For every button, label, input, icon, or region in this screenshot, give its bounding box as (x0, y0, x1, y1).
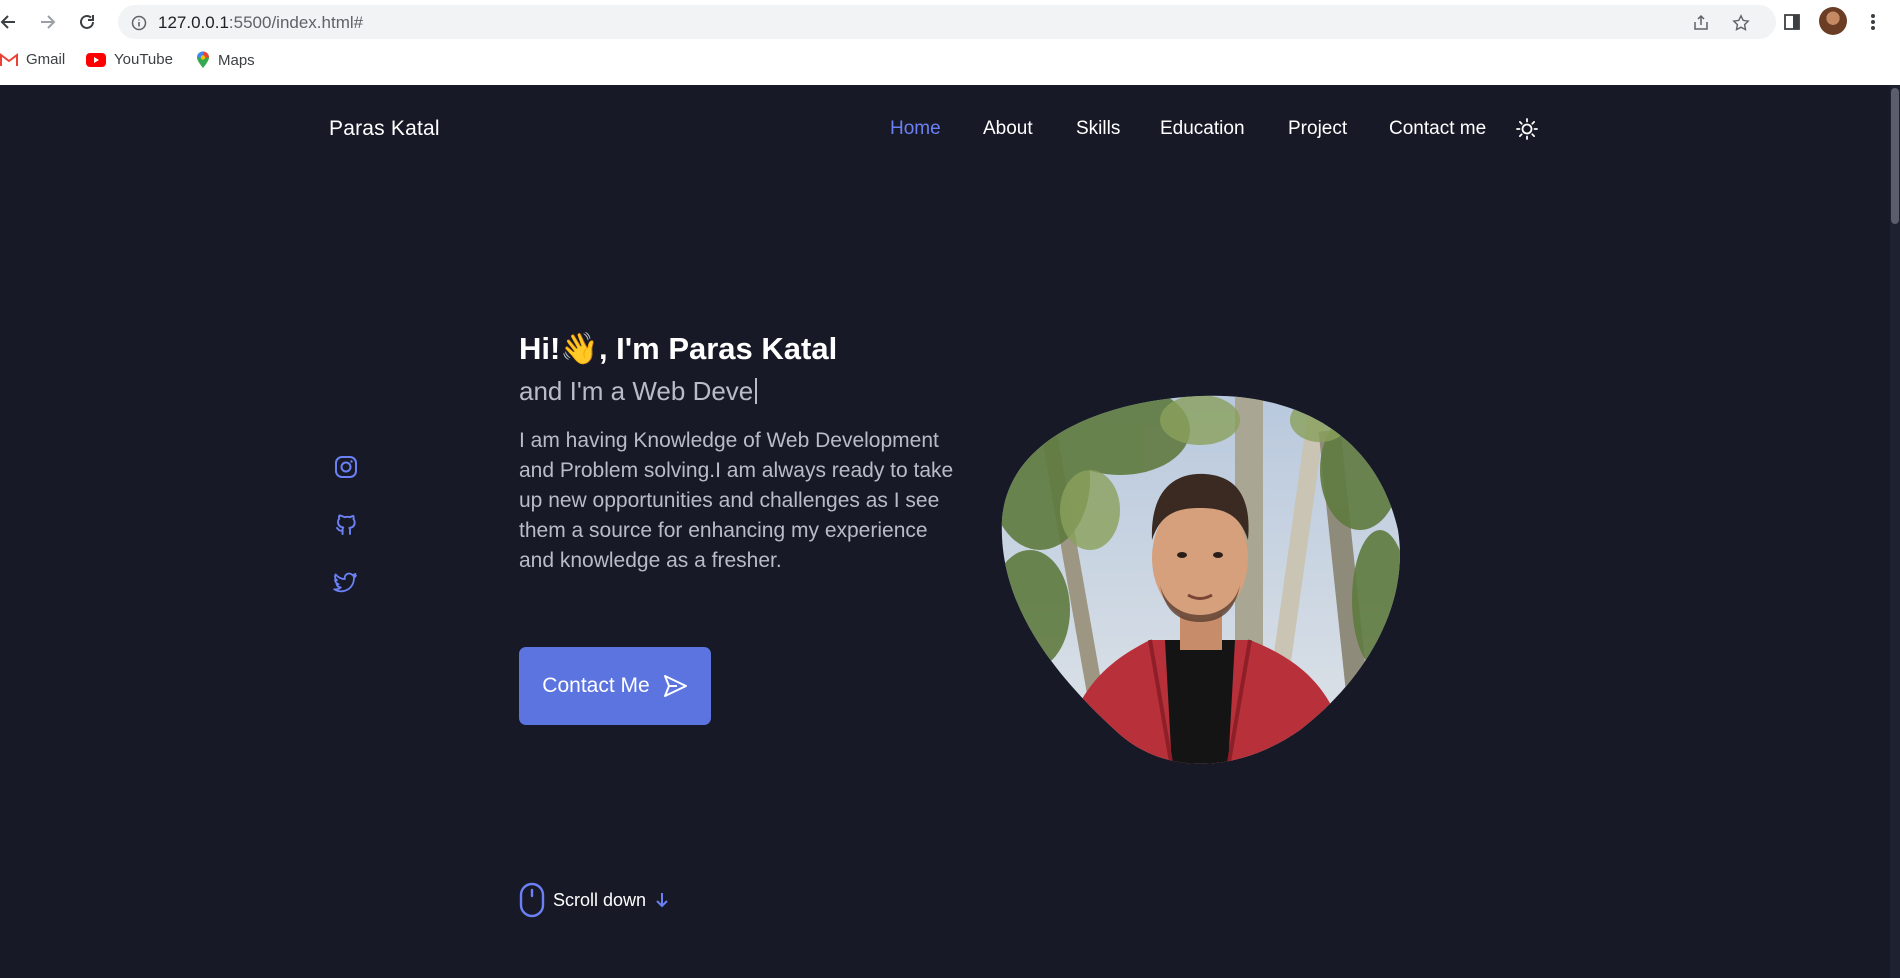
side-panel-icon[interactable] (1779, 9, 1805, 35)
arrow-left-icon (0, 15, 15, 29)
nav-contact[interactable]: Contact me (1389, 118, 1486, 140)
forward-button[interactable] (34, 9, 60, 35)
portfolio-page: Paras Katal Home About Skills Education … (0, 85, 1890, 978)
github-icon[interactable] (333, 512, 359, 538)
bookmarks-bar: Gmail YouTube Maps (0, 48, 1900, 74)
brand-logo[interactable]: Paras Katal (329, 117, 440, 141)
share-icon[interactable] (1690, 12, 1712, 34)
send-icon (663, 675, 687, 697)
youtube-icon (86, 52, 106, 67)
browser-toolbar: 127.0.0.1:5500/index.html# (0, 0, 1900, 44)
arrow-down-icon (656, 893, 668, 908)
profile-photo (1000, 390, 1400, 768)
reload-button[interactable] (74, 9, 100, 35)
scrollbar-thumb[interactable] (1891, 88, 1899, 224)
nav-education[interactable]: Education (1160, 118, 1245, 140)
theme-toggle-icon[interactable] (1515, 117, 1539, 141)
reload-icon (80, 14, 94, 29)
maps-icon (197, 51, 209, 68)
nav-skills[interactable]: Skills (1076, 118, 1120, 140)
nav-home[interactable]: Home (890, 118, 941, 140)
mouse-icon (519, 882, 545, 918)
scroll-down-link[interactable]: Scroll down (519, 882, 670, 918)
contact-me-button[interactable]: Contact Me (519, 647, 711, 725)
profile-avatar[interactable] (1819, 7, 1847, 35)
url-text: 127.0.0.1:5500/index.html# (158, 13, 364, 32)
nav-about[interactable]: About (983, 118, 1033, 140)
bookmark-maps[interactable]: Maps (196, 51, 255, 69)
gmail-icon (0, 52, 18, 66)
browser-chrome: 127.0.0.1:5500/index.html# Gmail YouTube (0, 0, 1900, 85)
typing-caret (755, 378, 758, 404)
hero-description: I am having Knowledge of Web Development… (519, 429, 954, 572)
back-button[interactable] (0, 9, 22, 35)
bookmark-gmail[interactable]: Gmail (0, 51, 65, 68)
more-menu-icon[interactable] (1860, 9, 1886, 35)
instagram-icon[interactable] (333, 454, 359, 480)
twitter-icon[interactable] (333, 570, 359, 596)
bookmark-youtube[interactable]: YouTube (86, 51, 173, 68)
star-icon[interactable] (1730, 12, 1752, 34)
hero-subtitle: and I'm a Web Deve (519, 376, 758, 407)
hero-title: Hi!👋, I'm Paras Katal (519, 331, 838, 366)
wave-emoji: 👋 (560, 331, 599, 366)
arrow-right-icon (41, 15, 56, 29)
nav-project[interactable]: Project (1288, 118, 1347, 140)
site-info-icon[interactable] (128, 12, 150, 34)
address-bar[interactable]: 127.0.0.1:5500/index.html# (118, 5, 1776, 39)
